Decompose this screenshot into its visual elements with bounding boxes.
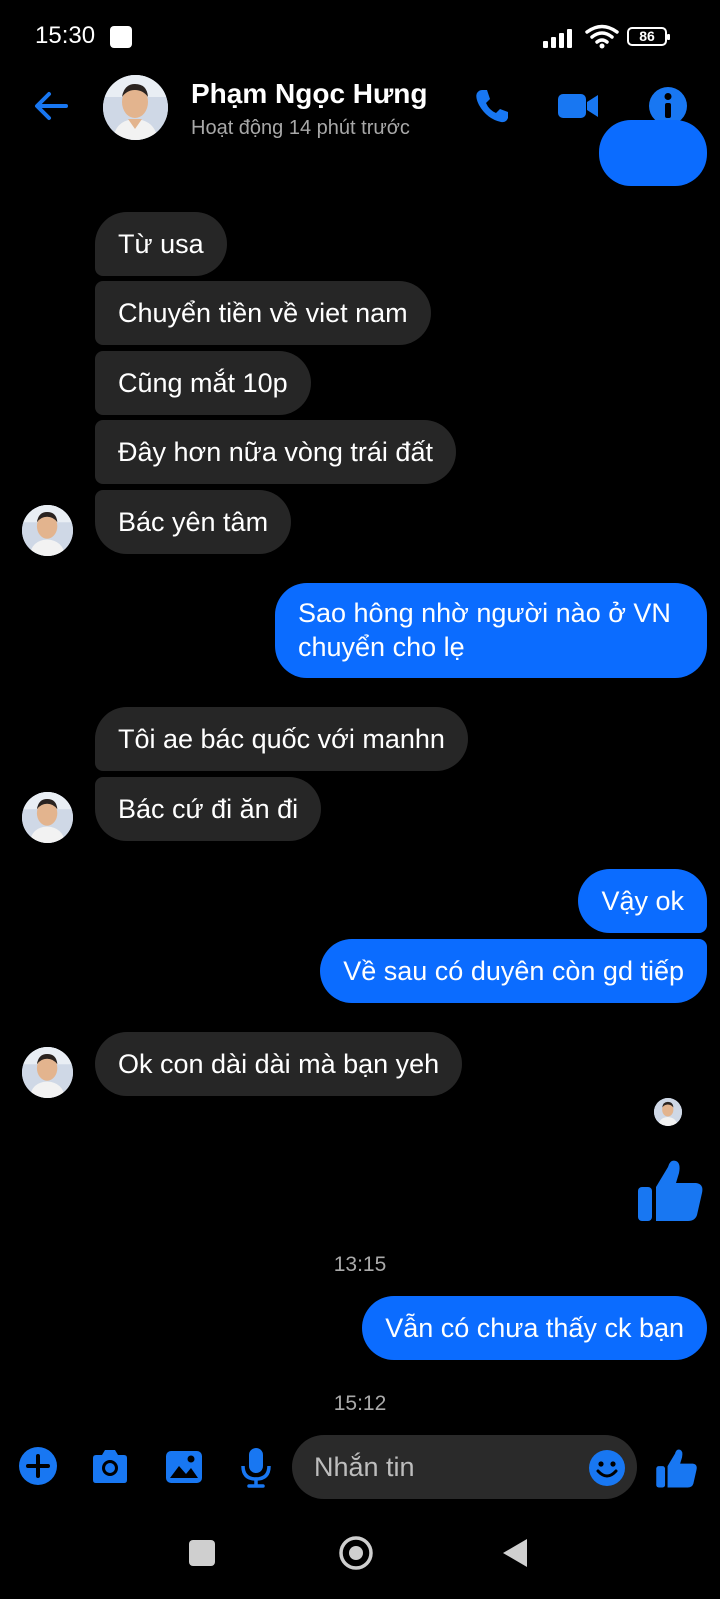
- incoming-message[interactable]: Bác cứ đi ăn đi: [95, 777, 322, 841]
- previous-message-bubble: [599, 120, 707, 186]
- sender-avatar[interactable]: [22, 792, 73, 843]
- signal-strength-icon: [543, 26, 581, 48]
- status-time: 15:30: [35, 22, 96, 49]
- seen-indicator-avatar: [654, 1098, 682, 1126]
- incoming-message[interactable]: Cũng mắt 10p: [95, 351, 311, 415]
- back-arrow-icon[interactable]: [32, 87, 70, 125]
- battery-indicator: 86: [627, 27, 670, 46]
- thumbs-up-icon[interactable]: [636, 1155, 706, 1225]
- contact-avatar[interactable]: [103, 75, 168, 140]
- image-icon[interactable]: [163, 1446, 205, 1488]
- incoming-message[interactable]: Bác yên tâm: [95, 490, 292, 554]
- incoming-message[interactable]: Từ usa: [95, 212, 227, 276]
- contact-activity-status: Hoạt động 14 phút trước: [191, 117, 410, 139]
- incoming-message[interactable]: Tôi ae bác quốc với manhn: [95, 707, 468, 771]
- contact-name[interactable]: Phạm Ngọc Hưng: [191, 78, 428, 110]
- wifi-icon: [585, 24, 619, 49]
- outgoing-message[interactable]: Vẫn có chưa thấy ck bạn: [362, 1296, 707, 1360]
- incoming-message[interactable]: Đây hơn nữa vòng trái đất: [95, 420, 456, 484]
- recent-apps-button[interactable]: [189, 1540, 215, 1566]
- home-button[interactable]: [338, 1535, 374, 1571]
- outgoing-message[interactable]: Vậy ok: [578, 869, 707, 933]
- phone-icon[interactable]: [470, 84, 514, 128]
- plus-icon[interactable]: [17, 1445, 59, 1487]
- outgoing-message[interactable]: Về sau có duyên còn gd tiếp: [320, 939, 707, 1003]
- nav-back-button[interactable]: [500, 1537, 530, 1569]
- timestamp-separator: 15:12: [333, 1392, 387, 1415]
- emoji-icon[interactable]: [587, 1448, 627, 1488]
- incoming-message[interactable]: Chuyển tiền về viet nam: [95, 281, 431, 345]
- camera-icon[interactable]: [89, 1446, 131, 1488]
- sender-avatar[interactable]: [22, 505, 73, 556]
- message-input[interactable]: [292, 1435, 637, 1499]
- video-camera-icon[interactable]: [556, 84, 600, 128]
- sender-avatar[interactable]: [22, 1047, 73, 1098]
- screen-record-icon: [110, 26, 132, 48]
- incoming-message[interactable]: Ok con dài dài mà bạn yeh: [95, 1032, 463, 1096]
- timestamp-separator: 13:15: [333, 1253, 387, 1276]
- microphone-icon[interactable]: [235, 1446, 277, 1488]
- thumbs-up-icon[interactable]: [655, 1446, 699, 1490]
- outgoing-message[interactable]: Sao hông nhờ người nào ở VN chuyển cho l…: [275, 583, 707, 678]
